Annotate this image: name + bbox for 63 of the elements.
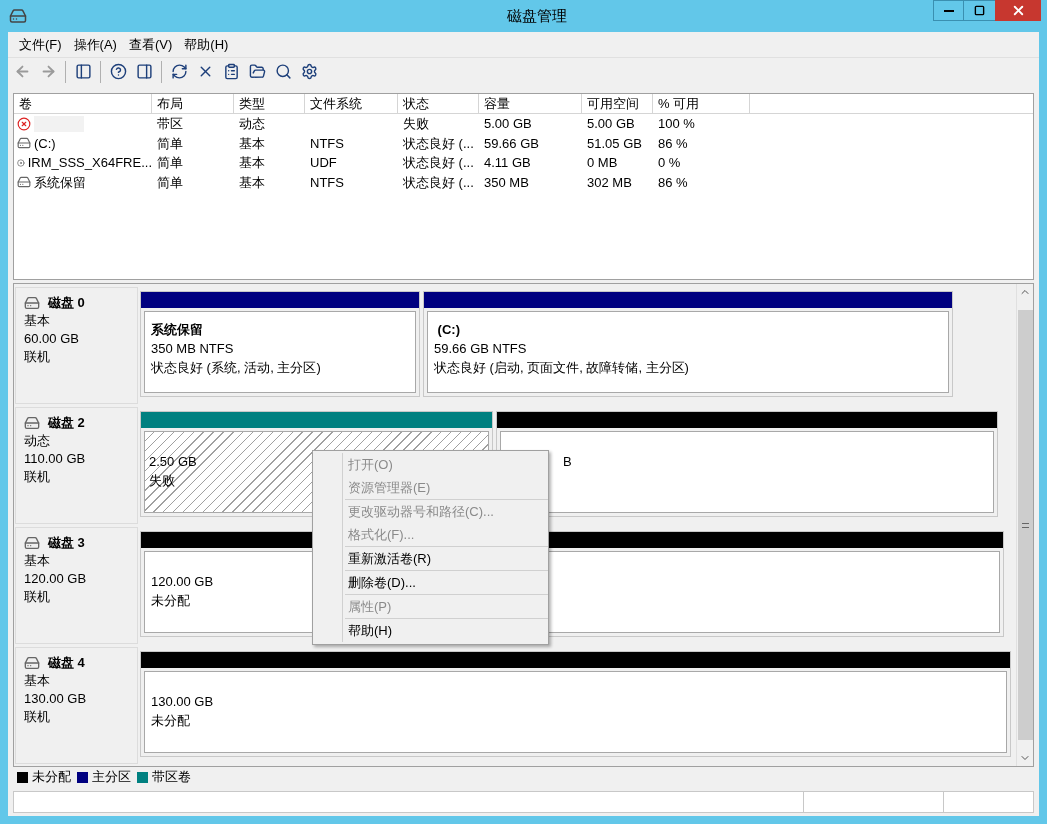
disk-status: 联机 <box>24 588 51 606</box>
table-cell-text: 350 MB <box>484 173 529 192</box>
window-title: 磁盘管理 <box>507 5 567 26</box>
table-cell-text: 86 % <box>658 173 688 192</box>
partition-text: 状态良好 (系统, 活动, 主分区) <box>151 359 321 377</box>
partition-text: 120.00 GB <box>151 573 214 591</box>
partition-text: (C:) <box>436 321 460 339</box>
legend-label: 主分区 <box>92 768 131 787</box>
table-cell-text: 状态良好 (... <box>403 173 474 192</box>
table-cell-text: 系统保留 <box>34 173 86 192</box>
disk-name: 磁盘 4 <box>48 654 85 672</box>
disk-size: 120.00 GB <box>24 570 88 588</box>
disk-type: 基本 <box>24 312 51 330</box>
disk-size: 110.00 GB <box>24 450 87 468</box>
disk-size: 130.00 GB <box>24 690 88 708</box>
disk-type: 基本 <box>24 552 51 570</box>
table-cell-text: UDF <box>310 154 337 172</box>
partition-text: 状态良好 (启动, 页面文件, 故障转储, 主分区) <box>434 359 689 377</box>
disk-status: 联机 <box>24 348 51 366</box>
table-cell-text: 简单 <box>157 134 183 153</box>
table-cell-text: 5.00 GB <box>484 115 532 133</box>
table-cell-text: NTFS <box>310 173 344 192</box>
legend-label: 带区卷 <box>152 768 191 787</box>
table-cell-text: 100 % <box>658 115 695 133</box>
table-cell-text: 简单 <box>157 154 183 172</box>
legend-label: 未分配 <box>32 768 71 787</box>
partition-text: 未分配 <box>151 712 190 730</box>
table-cell-text: 动态 <box>239 115 265 133</box>
partition-text: 130.00 GB <box>151 693 214 711</box>
table-cell-text: 0 MB <box>587 154 618 172</box>
table-cell-text: 302 MB <box>587 173 632 192</box>
table-cell-text: 5.00 GB <box>587 115 635 133</box>
partition-text: 失败 <box>149 472 175 490</box>
disk-name: 磁盘 3 <box>48 534 85 552</box>
table-cell-text: (C:) <box>34 134 56 153</box>
table-cell-text: 基本 <box>239 173 265 192</box>
table-cell-text: 基本 <box>239 154 265 172</box>
table-cell-text: 带区 <box>157 115 183 133</box>
table-cell-text: 59.66 GB <box>484 134 539 153</box>
table-cell-text: 失败 <box>403 115 429 133</box>
partition-text: 系统保留 <box>151 321 203 339</box>
partition-text: 350 MB NTFS <box>151 340 234 358</box>
disk-name: 磁盘 0 <box>48 294 85 312</box>
table-cell-text: NTFS <box>310 134 344 153</box>
disk-status: 联机 <box>24 468 51 486</box>
table-cell-text: 基本 <box>239 134 265 153</box>
table-cell-text: 86 % <box>658 134 688 153</box>
table-cell-text: 简单 <box>157 173 183 192</box>
table-cell-text: 0 % <box>658 154 681 172</box>
table-cell-text: IRM_SSS_X64FRE... <box>27 154 152 172</box>
table-cell-text: 状态良好 (... <box>403 154 474 172</box>
disk-type: 动态 <box>24 432 51 450</box>
partition-text: 未分配 <box>151 592 190 610</box>
table-cell-text: 4.11 GB <box>484 154 531 172</box>
table-cell-text: 51.05 GB <box>587 134 642 153</box>
disk-name: 磁盘 2 <box>48 414 85 432</box>
partition-text: 59.66 GB NTFS <box>434 340 527 358</box>
table-cell-text: 状态良好 (... <box>403 134 474 153</box>
disk-status: 联机 <box>24 708 51 726</box>
partition-text: 2.50 GB <box>149 453 197 471</box>
partition-text: B <box>563 453 572 471</box>
disk-type: 基本 <box>24 672 51 690</box>
disk-size: 60.00 GB <box>24 330 80 348</box>
